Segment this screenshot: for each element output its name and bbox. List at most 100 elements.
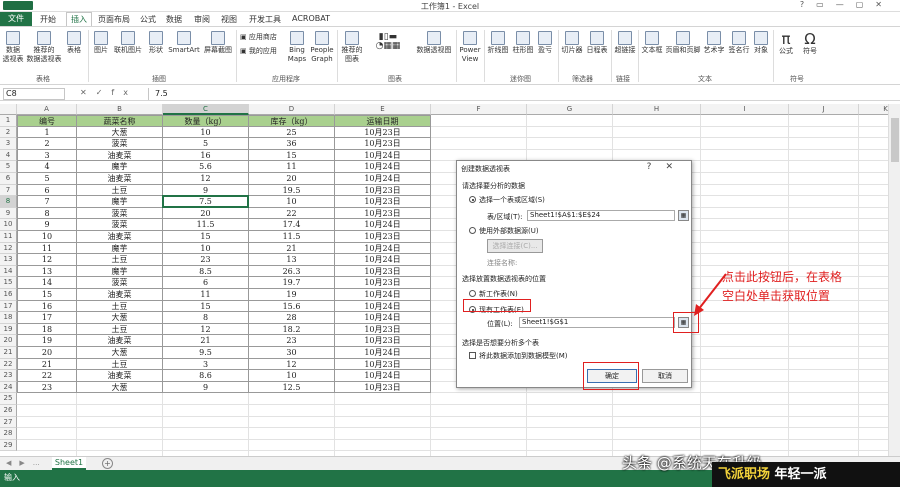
hyperlink-button[interactable]: 超链接 — [613, 31, 637, 55]
table-cell[interactable]: 油麦菜 — [77, 335, 163, 347]
table-cell[interactable]: 6 — [17, 184, 77, 197]
smartart-button[interactable]: SmartArt — [168, 31, 200, 55]
row-header-8[interactable]: 8 — [0, 196, 17, 208]
table-cell[interactable]: 5.6 — [163, 161, 249, 173]
table-cell[interactable]: 10 — [17, 231, 77, 243]
row-header-16[interactable]: 16 — [0, 289, 17, 301]
table-cell[interactable]: 11 — [17, 242, 77, 255]
table-cell[interactable]: 油麦菜 — [77, 173, 163, 185]
column-header-A[interactable]: A — [17, 104, 77, 115]
row-header-27[interactable]: 27 — [0, 416, 17, 429]
table-cell[interactable]: 21 — [17, 358, 77, 371]
table-cell[interactable]: 10月24日 — [335, 312, 431, 324]
dialog-close-icon[interactable]: ✕ — [665, 162, 687, 172]
column-header-J[interactable]: J — [789, 104, 859, 115]
table-cell[interactable]: 20 — [249, 173, 335, 185]
table-cell[interactable]: 16 — [163, 149, 249, 162]
equation-button[interactable]: π 公式 — [776, 31, 796, 56]
enter-icon[interactable]: ✓ — [96, 88, 112, 97]
table-cell[interactable]: 菠菜 — [77, 207, 163, 220]
row-header-2[interactable]: 2 — [0, 126, 17, 139]
table-cell[interactable]: 19 — [249, 289, 335, 301]
table-cell[interactable]: 11.5 — [249, 231, 335, 243]
table-cell[interactable]: 大葱 — [77, 312, 163, 324]
row-header-12[interactable]: 12 — [0, 242, 17, 255]
table-cell[interactable]: 10月23日 — [335, 323, 431, 336]
table-cell[interactable]: 19 — [17, 335, 77, 347]
table-cell[interactable]: 12 — [17, 254, 77, 266]
column-header-E[interactable]: E — [335, 104, 431, 115]
table-cell[interactable]: 10 — [163, 242, 249, 255]
pivot-table-button[interactable]: 数据 透视表 — [2, 31, 24, 64]
tab-acrobat[interactable]: ACROBAT — [292, 14, 330, 23]
row-header-22[interactable]: 22 — [0, 358, 17, 371]
row-header-5[interactable]: 5 — [0, 161, 17, 173]
bing-maps-button[interactable]: Bing Maps — [286, 31, 308, 64]
chart-gallery[interactable]: ▮▯▬ ◔▦▦ — [366, 33, 410, 63]
table-cell[interactable]: 10月23日 — [335, 138, 431, 150]
row-header-10[interactable]: 10 — [0, 219, 17, 231]
online-picture-button[interactable]: 联机图片 — [112, 31, 144, 55]
help-icon[interactable]: ? — [800, 0, 816, 9]
table-header-cell[interactable]: 运输日期 — [335, 115, 431, 127]
table-cell[interactable]: 油麦菜 — [77, 289, 163, 301]
tab-page-layout[interactable]: 页面布局 — [98, 14, 130, 25]
table-cell[interactable]: 9 — [163, 381, 249, 394]
window-controls[interactable]: ?▭—▢✕ — [800, 0, 894, 9]
table-cell[interactable]: 12 — [163, 173, 249, 185]
minimize-icon[interactable]: — — [836, 0, 856, 9]
table-cell[interactable]: 魔芋 — [77, 161, 163, 173]
row-header-14[interactable]: 14 — [0, 265, 17, 278]
table-cell[interactable]: 10 — [249, 196, 335, 208]
choose-connection-button[interactable]: 选择连接(C)... — [487, 239, 543, 253]
table-header-cell[interactable]: 库存（kg） — [249, 115, 335, 127]
table-cell[interactable]: 15.6 — [249, 300, 335, 313]
radio-new-worksheet[interactable] — [469, 290, 476, 297]
table-cell[interactable]: 8.5 — [163, 265, 249, 278]
table-cell[interactable]: 土豆 — [77, 358, 163, 371]
table-cell[interactable]: 5 — [163, 138, 249, 150]
row-header-9[interactable]: 9 — [0, 207, 17, 220]
table-cell[interactable]: 油麦菜 — [77, 370, 163, 382]
cancel-button[interactable]: 取消 — [642, 369, 688, 383]
table-cell[interactable]: 土豆 — [77, 184, 163, 197]
table-cell[interactable]: 20 — [17, 347, 77, 359]
table-cell[interactable]: 8 — [17, 207, 77, 220]
table-cell[interactable]: 土豆 — [77, 300, 163, 313]
table-cell[interactable]: 22 — [17, 370, 77, 382]
row-header-13[interactable]: 13 — [0, 254, 17, 266]
location-input[interactable]: Sheet1!$G$1 — [519, 317, 675, 328]
tab-data[interactable]: 数据 — [166, 14, 182, 25]
row-header-20[interactable]: 20 — [0, 335, 17, 347]
table-cell[interactable]: 10月23日 — [335, 126, 431, 139]
table-cell[interactable]: 10月24日 — [335, 173, 431, 185]
table-cell[interactable]: 10月24日 — [335, 242, 431, 255]
table-cell[interactable]: 10月23日 — [335, 265, 431, 278]
table-cell[interactable]: 15 — [163, 300, 249, 313]
my-apps-button[interactable]: ▣ 我的应用 — [240, 47, 280, 56]
sheet-nav-icon[interactable]: ◀▶… — [6, 459, 48, 467]
table-cell[interactable]: 大葱 — [77, 347, 163, 359]
table-cell[interactable]: 28 — [249, 312, 335, 324]
table-cell[interactable]: 10月24日 — [335, 149, 431, 162]
tab-home[interactable]: 开始 — [40, 14, 56, 25]
table-cell[interactable]: 10月23日 — [335, 207, 431, 220]
select-all-corner[interactable] — [0, 104, 17, 115]
recommended-chart-button[interactable]: 推荐的 图表 — [340, 31, 364, 64]
table-cell[interactable]: 15 — [17, 289, 77, 301]
table-cell[interactable]: 5 — [17, 173, 77, 185]
table-cell[interactable]: 油麦菜 — [77, 149, 163, 162]
table-cell[interactable]: 7 — [17, 196, 77, 208]
table-cell[interactable]: 12 — [163, 323, 249, 336]
row-header-6[interactable]: 6 — [0, 173, 17, 185]
symbol-button[interactable]: Ω 符号 — [800, 31, 820, 56]
table-header-cell[interactable]: 数量（kg） — [163, 115, 249, 127]
row-header-4[interactable]: 4 — [0, 149, 17, 162]
column-header-K[interactable]: K — [859, 104, 888, 115]
row-header-11[interactable]: 11 — [0, 231, 17, 243]
table-cell[interactable]: 8.6 — [163, 370, 249, 382]
table-cell[interactable]: 22 — [249, 207, 335, 220]
table-cell[interactable]: 10 — [163, 126, 249, 139]
radio-select-table[interactable] — [469, 196, 476, 203]
column-header-B[interactable]: B — [77, 104, 163, 115]
